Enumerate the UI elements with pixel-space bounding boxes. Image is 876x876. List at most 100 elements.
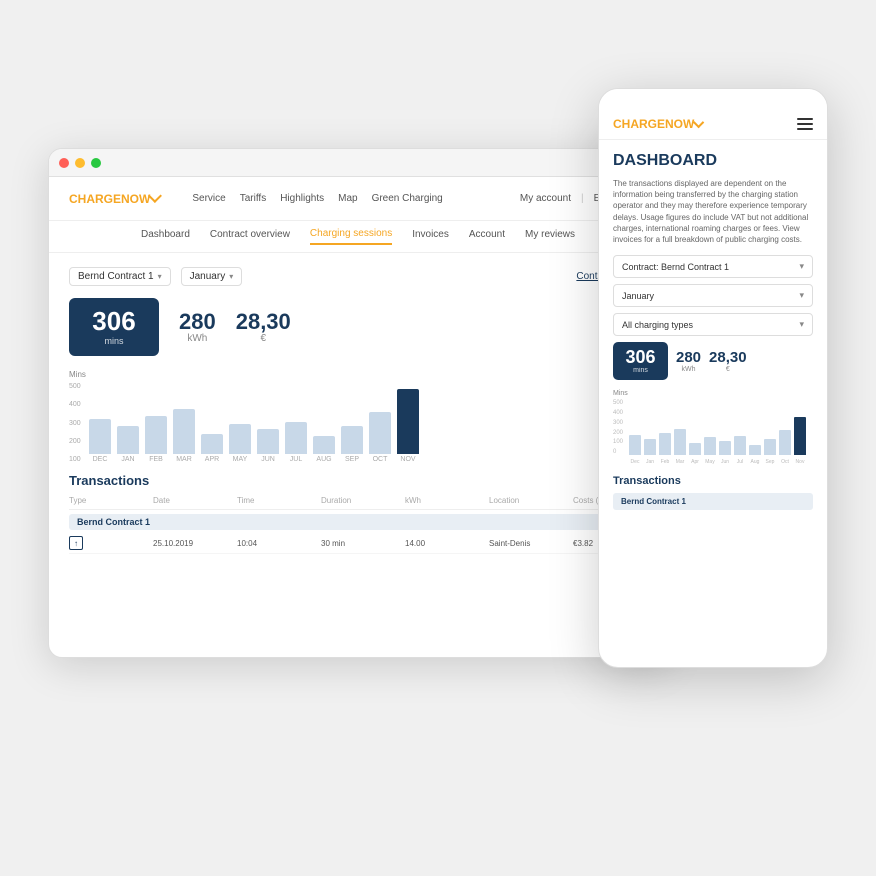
bar-month-label: NOV	[400, 456, 415, 463]
mobile-chart-bar	[659, 433, 671, 455]
mobile-content: DASHBOARD The transactions displayed are…	[599, 140, 827, 658]
chart-bar	[257, 429, 279, 454]
mobile-transactions-title: Transactions	[613, 475, 813, 487]
mobile-chart-bar	[734, 436, 746, 455]
bar-month-label: JUN	[261, 456, 275, 463]
chart-bar	[285, 422, 307, 454]
mobile-bar-month-label: Sep	[764, 459, 776, 465]
chart-bar-group: AUG	[313, 436, 335, 463]
expand-dot	[91, 158, 101, 168]
chart-bar-group: JAN	[117, 426, 139, 463]
tab-dashboard[interactable]: Dashboard	[141, 229, 190, 244]
mobile-bar-months: DecJanFebMarAprMayJunJulAugSepOctNov	[613, 459, 813, 465]
mobile-chart-bar	[644, 439, 656, 455]
chart-bar-group: APR	[201, 434, 223, 463]
mobile-chart-bars: 500 400 300 200 100 0	[613, 400, 813, 455]
logo-checkmark-icon	[693, 117, 704, 128]
mobile-chart-y-label: Mins	[613, 390, 813, 397]
bar-month-label: OCT	[373, 456, 388, 463]
nav-highlights[interactable]: Highlights	[280, 193, 324, 204]
chart-bar	[145, 416, 167, 454]
mobile-header: CHARGENOW	[599, 109, 827, 140]
mobile-bar-month-label: Nov	[794, 459, 806, 465]
stat-mins: 306 mins	[69, 298, 159, 356]
chevron-down-icon: ▾	[799, 290, 804, 301]
nav-my-account[interactable]: My account	[520, 193, 571, 204]
mobile-bar-month-label: Feb	[659, 459, 671, 465]
mobile-chart-bar	[674, 429, 686, 455]
mobile-bar-month-label: May	[704, 459, 716, 465]
mobile-bar-month-label: Jan	[644, 459, 656, 465]
mobile-chart-bar	[749, 445, 761, 455]
chart-bar-group: NOV	[397, 389, 419, 463]
desktop-mockup: CHARGENOW Service Tariffs Highlights Map…	[48, 148, 668, 658]
bar-month-label: JUL	[290, 456, 302, 463]
tab-charging-sessions[interactable]: Charging sessions	[310, 228, 392, 245]
chart-bar-group: OCT	[369, 412, 391, 463]
chart-bar-group: MAR	[173, 409, 195, 463]
stat-cost: 28,30 €	[236, 311, 291, 344]
chart-y-axis: 500 400 300 200 100	[69, 383, 81, 463]
desktop-logo: CHARGENOW	[69, 192, 162, 206]
nav-map[interactable]: Map	[338, 193, 357, 204]
desktop-chart-bars: 500 400 300 200 100 DEC JAN FEB MAR APR MAY JU…	[69, 383, 647, 463]
mobile-contract-filter[interactable]: Contract: Bernd Contract 1 ▾	[613, 255, 813, 278]
mobile-mockup: CHARGENOW DASHBOARD The transactions dis…	[598, 88, 828, 668]
chart-bar	[397, 389, 419, 454]
hamburger-icon	[797, 123, 813, 125]
mobile-stat-mins: 306 mins	[613, 342, 668, 380]
mobile-description: The transactions displayed are dependent…	[613, 178, 813, 245]
desktop-titlebar	[49, 149, 667, 177]
tab-contract-overview[interactable]: Contract overview	[210, 229, 290, 244]
chart-bar	[341, 426, 363, 454]
mobile-status-bar	[599, 89, 827, 109]
mobile-stat-kwh: 280 kWh	[676, 349, 701, 373]
bar-month-label: DEC	[93, 456, 108, 463]
chevron-down-icon: ▾	[158, 272, 162, 281]
tab-invoices[interactable]: Invoices	[412, 229, 449, 244]
hamburger-menu[interactable]	[797, 118, 813, 130]
chart-bar	[229, 424, 251, 454]
chart-area: Mins 500 400 300 200 100 DEC JAN FEB MAR APR…	[69, 370, 647, 463]
bar-month-label: FEB	[149, 456, 163, 463]
stats-row: 306 mins 280 kWh 28,30 €	[69, 298, 647, 356]
table-row[interactable]: ↑ 25.10.2019 10:04 30 min 14.00 Saint-De…	[69, 533, 647, 554]
chart-bar-group: FEB	[145, 416, 167, 463]
minimize-dot	[75, 158, 85, 168]
table-header: Type Date Time Duration kWh Location Cos…	[69, 496, 647, 510]
chevron-down-icon: ▾	[799, 261, 804, 272]
mobile-bar-month-label: Dec	[629, 459, 641, 465]
mobile-stat-cost: 28,30 €	[709, 349, 747, 373]
desktop-sub-nav: Dashboard Contract overview Charging ses…	[49, 221, 667, 253]
bar-month-label: APR	[205, 456, 219, 463]
desktop-main-content: Bernd Contract 1 ▾ January ▾ Contact sup…	[49, 253, 667, 568]
chevron-down-icon: ▾	[799, 319, 804, 330]
main-nav-links: Service Tariffs Highlights Map Green Cha…	[192, 193, 442, 204]
hamburger-icon	[797, 118, 813, 120]
bar-month-label: JAN	[121, 456, 134, 463]
chart-bar	[369, 412, 391, 454]
chart-bar-group: DEC	[89, 419, 111, 463]
mobile-chart-bar	[779, 430, 791, 455]
chart-y-label: Mins	[69, 370, 647, 379]
mobile-bar-month-label: Apr	[689, 459, 701, 465]
nav-tariffs[interactable]: Tariffs	[240, 193, 267, 204]
contract-filter[interactable]: Bernd Contract 1 ▾	[69, 267, 171, 286]
mobile-month-filter[interactable]: January ▾	[613, 284, 813, 307]
month-filter[interactable]: January ▾	[181, 267, 243, 286]
bar-month-label: MAR	[176, 456, 192, 463]
chart-bar	[117, 426, 139, 454]
mobile-charging-type-filter[interactable]: All charging types ▾	[613, 313, 813, 336]
mobile-chart-bar	[764, 439, 776, 455]
row-type-icon: ↑	[69, 536, 83, 550]
mobile-page-title: DASHBOARD	[613, 152, 813, 170]
tab-my-reviews[interactable]: My reviews	[525, 229, 575, 244]
chart-bar-group: MAY	[229, 424, 251, 463]
chevron-down-icon: ▾	[229, 272, 233, 281]
nav-green-charging[interactable]: Green Charging	[372, 193, 443, 204]
mobile-chart-bar	[719, 441, 731, 455]
nav-service[interactable]: Service	[192, 193, 225, 204]
mobile-logo: CHARGENOW	[613, 117, 704, 131]
mobile-group-row: Bernd Contract 1	[613, 493, 813, 510]
tab-account[interactable]: Account	[469, 229, 505, 244]
